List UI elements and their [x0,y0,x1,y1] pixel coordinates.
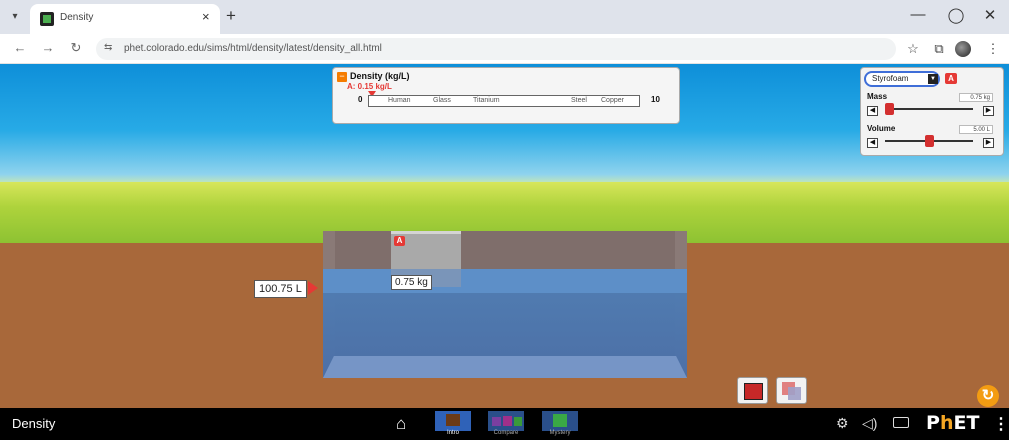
material-label-steel: Steel [571,97,587,104]
material-control-panel: Styrofoam ▼ A Mass 0.75 kg ◀ ▶ Volume 5.… [860,67,1004,156]
phet-logo-p: P [926,412,940,434]
screen-intro-label: Intro [446,430,459,436]
close-window-button[interactable]: ✕ [978,6,1002,24]
phet-logo: PhET [926,412,979,434]
url-text[interactable]: phet.colorado.edu/sims/html/density/late… [124,43,382,54]
volume-label: Volume [867,124,896,133]
material-label-human: Human [388,97,411,104]
screen-mystery-button[interactable]: Mystery [540,409,580,439]
reset-all-button[interactable]: ↻ [977,385,999,407]
material-combo-box[interactable]: Styrofoam ▼ [864,71,940,87]
phet-favicon-icon [40,12,54,26]
sound-icon[interactable]: ◁) [862,415,877,432]
address-toolbar: ← → ↻ ⇆ phet.colorado.edu/sims/html/dens… [0,34,1009,64]
new-tab-button[interactable]: + [226,6,236,26]
mass-label: Mass [867,92,888,101]
density-panel-title: Density (kg/L) [350,71,410,81]
single-block-button[interactable] [737,377,768,404]
bookmark-star-icon[interactable]: ☆ [904,41,922,57]
pool-floor [323,356,687,378]
mass-increment-button[interactable]: ▶ [983,106,994,116]
mass-decrement-button[interactable]: ◀ [867,106,878,116]
phet-logo-et: ET [953,412,980,434]
phet-logo-h: h [939,412,954,434]
pool-volume-readout: 100.75 L [254,280,307,298]
block-tag-badge: A [945,73,957,84]
url-bar[interactable]: ⇆ phet.colorado.edu/sims/html/density/la… [96,38,896,60]
forward-icon[interactable]: → [40,40,56,55]
volume-increment-button[interactable]: ▶ [983,138,994,148]
reload-icon[interactable]: ↻ [68,40,84,56]
tab-search-button[interactable]: ▾ [6,8,24,26]
volume-decrement-button[interactable]: ◀ [867,138,878,148]
compare-thumbnail [488,411,524,431]
material-selected-label: Styrofoam [872,74,909,83]
material-label-titanium: Titanium [473,97,500,104]
phet-menu-icon[interactable]: ⋮ [993,414,1009,434]
back-icon[interactable]: ← [12,40,28,55]
volume-value: 5.00 L [959,125,993,134]
water-surface [323,269,687,293]
dropdown-arrow-icon[interactable]: ▼ [928,74,938,84]
mass-slider-track[interactable] [885,108,973,110]
home-icon[interactable]: ⌂ [396,414,406,434]
browser-tab-bar: ▾ Density × + — ◯ ✕ [0,0,1009,34]
mass-slider-thumb[interactable] [885,103,895,115]
block-tag-badge: A [394,236,405,246]
screen-mystery-label: Mystery [549,430,571,436]
volume-level-arrow-icon [308,281,318,295]
simulation-canvas: A 0.75 kg 100.75 L − Density (kg/L) A: 0… [0,64,1009,408]
phet-navbar: Density ⌂ Intro Compare Mystery ⚙ ◁) PhE… [0,408,1009,440]
sim-title: Density [12,416,56,431]
keyboard-help-icon[interactable] [893,417,909,428]
two-blocks-button[interactable] [776,377,807,404]
density-min-label: 0 [358,95,363,104]
tab-title: Density [60,12,94,23]
mystery-thumbnail [542,411,578,431]
minimize-button[interactable]: — [906,6,930,23]
tab-close-icon[interactable]: × [202,9,210,24]
material-label-glass: Glass [433,97,451,104]
screen-compare-label: Compare [493,430,519,436]
site-settings-icon[interactable]: ⇆ [104,42,112,53]
collapse-panel-button[interactable]: − [337,72,347,82]
restore-button[interactable]: ◯ [944,6,968,24]
preferences-gear-icon[interactable]: ⚙ [836,415,849,432]
mass-value: 0.75 kg [959,93,993,102]
density-max-label: 10 [651,95,660,104]
tab-density[interactable]: Density × [30,4,220,34]
extensions-icon[interactable]: ⧉ [930,41,948,57]
screen-compare-button[interactable]: Compare [486,409,526,439]
density-panel: − Density (kg/L) A: 0.15 kg/L 0 Human Gl… [332,67,680,124]
screen-intro-button[interactable]: Intro [433,409,473,439]
density-marker-label: A: 0.15 kg/L [347,82,392,91]
intro-thumbnail [435,411,471,431]
browser-menu-icon[interactable]: ⋮ [984,41,1002,57]
block-mass-readout: 0.75 kg [391,275,432,290]
material-label-copper: Copper [601,97,624,104]
volume-slider-thumb[interactable] [925,135,934,147]
density-scale: Human Glass Titanium Steel Copper [368,95,640,107]
profile-avatar[interactable] [955,41,971,57]
